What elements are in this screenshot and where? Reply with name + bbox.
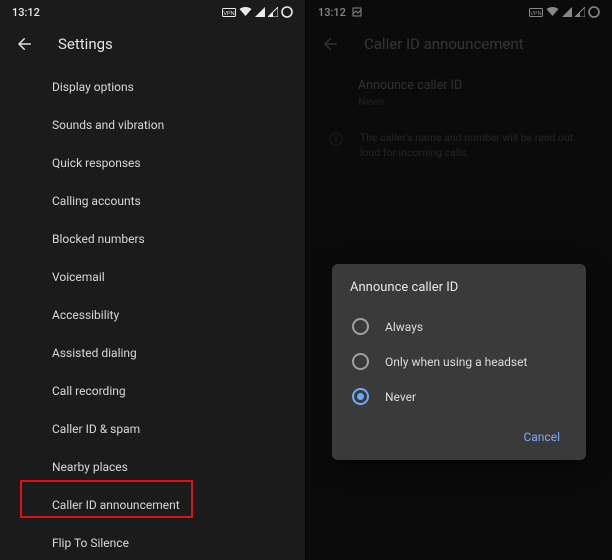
battery-ring-icon — [281, 6, 293, 18]
list-item[interactable]: Blocked numbers — [0, 220, 305, 258]
option-never[interactable]: Never — [350, 379, 568, 414]
status-icons: VPN — [222, 6, 293, 18]
vpn-icon: VPN — [222, 8, 236, 17]
list-item[interactable]: Nearby places — [0, 448, 305, 486]
list-item-caller-id-announcement[interactable]: Caller ID announcement — [0, 486, 305, 524]
option-always[interactable]: Always — [350, 309, 568, 344]
signal-icon-2 — [268, 7, 278, 17]
svg-text:VPN: VPN — [223, 10, 234, 16]
status-time: 13:12 — [12, 6, 40, 19]
wifi-icon — [239, 7, 252, 17]
back-arrow-icon[interactable] — [16, 35, 34, 53]
radio-icon — [352, 318, 369, 335]
app-header: Settings — [0, 24, 305, 64]
list-item[interactable]: Call recording — [0, 372, 305, 410]
list-item[interactable]: Display options — [0, 68, 305, 106]
status-bar: 13:12 VPN — [0, 0, 305, 24]
phone-caller-id-screen: 13:12 VPN Caller ID announcement Announc… — [306, 0, 612, 560]
dialog-actions: Cancel — [350, 424, 568, 450]
list-item[interactable]: Voicemail — [0, 258, 305, 296]
list-item[interactable]: Quick responses — [0, 144, 305, 182]
list-item[interactable]: Assisted dialing — [0, 334, 305, 372]
dialog-announce-caller-id: Announce caller ID Always Only when usin… — [332, 264, 586, 460]
radio-icon-selected — [352, 388, 369, 405]
option-label: Always — [385, 320, 423, 334]
list-item[interactable]: Calling accounts — [0, 182, 305, 220]
option-headset[interactable]: Only when using a headset — [350, 344, 568, 379]
dialog-title: Announce caller ID — [350, 280, 568, 295]
header-title: Settings — [58, 35, 113, 53]
option-label: Only when using a headset — [385, 355, 527, 369]
cancel-button[interactable]: Cancel — [515, 424, 568, 450]
list-item[interactable]: Flip To Silence — [0, 524, 305, 560]
list-item[interactable]: Sounds and vibration — [0, 106, 305, 144]
option-label: Never — [385, 390, 416, 404]
signal-icon — [255, 7, 265, 17]
phone-settings-screen: 13:12 VPN Settings Display options Sound… — [0, 0, 306, 560]
radio-icon — [352, 353, 369, 370]
list-item[interactable]: Caller ID & spam — [0, 410, 305, 448]
list-item[interactable]: Accessibility — [0, 296, 305, 334]
settings-list: Display options Sounds and vibration Qui… — [0, 64, 305, 560]
